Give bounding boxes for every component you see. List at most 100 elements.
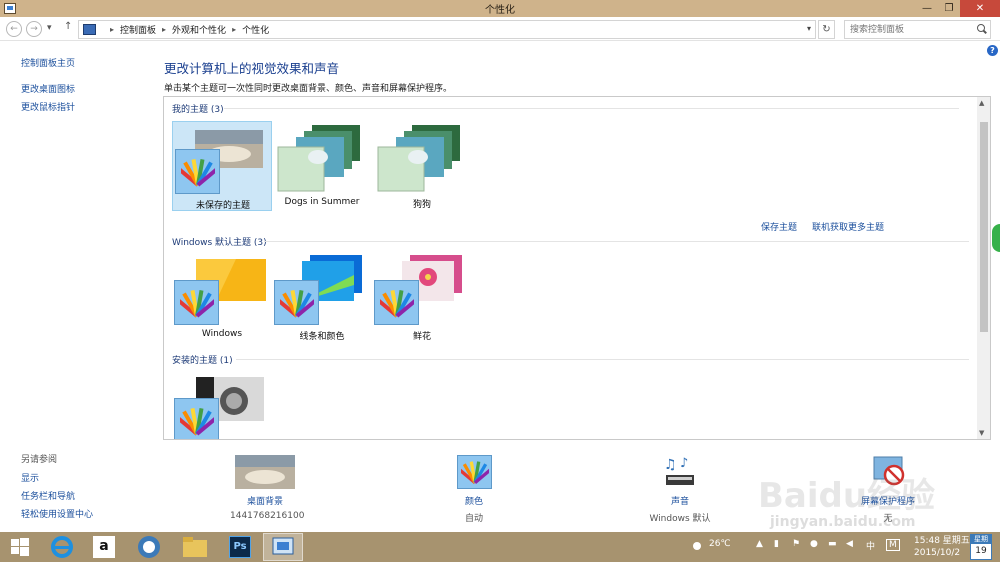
control-panel-home-link[interactable]: 控制面板主页 <box>21 56 75 69</box>
svg-text:♫: ♫ <box>664 457 677 473</box>
photoshop-button[interactable]: Ps <box>220 533 260 561</box>
theme-list[interactable]: 我的主题 (3) 未保存的主题 Dogs in Summer 狗狗 保存主题 联… <box>163 96 991 440</box>
theme-dogs[interactable]: 狗狗 <box>372 121 472 211</box>
theme-flowers[interactable]: 鲜花 <box>372 253 472 343</box>
folder-icon <box>183 537 207 557</box>
update-icon[interactable]: ● <box>810 539 818 549</box>
internet-explorer-icon <box>51 536 73 558</box>
start-button[interactable] <box>0 533 40 561</box>
control-panel-taskbar-button[interactable] <box>263 533 303 561</box>
breadcrumb-control-panel[interactable]: 控制面板 <box>120 23 156 36</box>
palette-icon <box>374 280 419 325</box>
get-more-themes-link[interactable]: 联机获取更多主题 <box>812 220 884 233</box>
calendar-widget[interactable]: 星期 19 <box>970 534 992 560</box>
desktop-background-item[interactable]: 桌面背景 1441768216100 <box>230 455 305 521</box>
desktop-background-icon <box>235 455 295 489</box>
save-theme-link[interactable]: 保存主题 <box>761 220 797 233</box>
action-center-icon[interactable]: ⚑ <box>792 539 800 549</box>
chevron-right-icon[interactable]: ▸ <box>232 25 236 34</box>
theme-thumbnail <box>277 125 360 192</box>
chevron-right-icon[interactable]: ▸ <box>110 25 114 34</box>
desktop-background-label[interactable]: 桌面背景 <box>230 494 300 507</box>
scroll-thumb[interactable] <box>980 122 988 332</box>
theme-windows[interactable]: Windows <box>172 253 272 343</box>
chevron-right-icon[interactable]: ▸ <box>162 25 166 34</box>
browser-icon <box>138 536 160 558</box>
temperature: 26℃ <box>709 539 731 549</box>
control-panel-icon <box>272 537 294 555</box>
theme-unsaved[interactable]: 未保存的主题 <box>172 121 272 211</box>
back-button[interactable]: ← <box>6 21 22 37</box>
windows-logo-icon <box>11 538 29 556</box>
scroll-down-icon[interactable]: ▼ <box>979 429 984 437</box>
palette-icon <box>274 280 319 325</box>
sound-label[interactable]: 声音 <box>640 494 720 507</box>
baidu-watermark: Baidu经验 <box>758 476 936 516</box>
volume-icon[interactable]: ◀ <box>846 539 853 549</box>
change-mouse-pointer-link[interactable]: 更改鼠标指针 <box>21 100 75 113</box>
forward-button[interactable]: → <box>26 21 42 37</box>
palette-icon <box>174 398 219 439</box>
display-link[interactable]: 显示 <box>21 471 39 484</box>
svg-text:♪: ♪ <box>680 456 688 471</box>
color-value: 自动 <box>464 514 483 524</box>
palette-icon <box>174 280 219 325</box>
browser-button[interactable] <box>129 533 169 561</box>
internet-explorer-button[interactable] <box>42 533 82 561</box>
vertical-scrollbar[interactable]: ▲ ▼ <box>977 97 990 439</box>
breadcrumb-appearance[interactable]: 外观和个性化 <box>172 23 226 36</box>
taskbar-navigation-link[interactable]: 任务栏和导航 <box>21 489 75 502</box>
theme-label: Windows <box>201 329 243 339</box>
refresh-button[interactable]: ↻ <box>818 20 835 39</box>
clock[interactable]: 15:48 星期五 2015/10/2 <box>914 535 970 559</box>
group-title-my-themes: 我的主题 (3) <box>172 105 224 115</box>
page-title: 更改计算机上的视觉效果和声音 <box>164 61 340 76</box>
divider <box>224 108 959 109</box>
theme-thumbnail <box>377 125 460 192</box>
history-dropdown-icon[interactable]: ▾ <box>47 23 52 33</box>
network-icon[interactable]: ▮ <box>774 539 779 549</box>
clock-date: 2015/10/2 <box>914 548 961 558</box>
taskbar: a Ps 26℃ ▲ ▮ ⚑ ● ▬ ◀ 中 M 15:48 星期五 2015/… <box>0 532 1000 562</box>
ime-indicator[interactable]: 中 <box>866 539 875 552</box>
address-bar[interactable]: ▸ 控制面板 ▸ 外观和个性化 ▸ 个性化 ▾ <box>78 20 816 39</box>
theme-installed[interactable] <box>172 371 272 439</box>
see-also-heading: 另请参阅 <box>21 455 58 465</box>
window-title: 个性化 <box>485 5 515 16</box>
page-description: 单击某个主题可一次性同时更改桌面背景、颜色、声音和屏幕保护程序。 <box>164 84 453 94</box>
group-title-windows-default: Windows 默认主题 (3) <box>172 238 267 248</box>
sound-item[interactable]: ♫ ♪ 声音 Windows 默认 <box>640 455 720 524</box>
theme-dogs-in-summer[interactable]: Dogs in Summer <box>272 121 372 211</box>
minimize-button[interactable]: — <box>916 0 938 17</box>
chevron-down-icon[interactable]: ▾ <box>807 24 811 33</box>
baidu-watermark-url: jingyan.baidu.com <box>770 514 916 530</box>
photoshop-icon: Ps <box>229 536 251 558</box>
ease-of-access-link[interactable]: 轻松使用设置中心 <box>21 507 93 520</box>
scroll-up-icon[interactable]: ▲ <box>979 99 984 107</box>
close-button[interactable]: ✕ <box>960 0 1000 17</box>
divider <box>236 359 969 360</box>
amazon-button[interactable]: a <box>84 533 124 561</box>
color-label[interactable]: 颜色 <box>439 494 509 507</box>
divider <box>264 241 969 242</box>
breadcrumb-personalization[interactable]: 个性化 <box>242 23 269 36</box>
help-icon[interactable]: ? <box>987 45 998 56</box>
desktop-background-value: 1441768216100 <box>230 511 305 521</box>
navigation-bar: ← → ▾ ↑ ▸ 控制面板 ▸ 外观和个性化 ▸ 个性化 ▾ ↻ <box>0 17 1000 41</box>
file-explorer-button[interactable] <box>175 533 215 561</box>
up-button[interactable]: ↑ <box>64 21 72 32</box>
ime-mode-icon[interactable]: M <box>886 539 900 551</box>
theme-label: 狗狗 <box>412 200 431 210</box>
group-title-installed: 安装的主题 (1) <box>172 356 233 366</box>
search-input[interactable] <box>844 20 991 39</box>
restore-button[interactable]: ❐ <box>938 0 960 17</box>
show-hidden-icons[interactable]: ▲ <box>756 539 763 549</box>
theme-label: 未保存的主题 <box>195 201 250 211</box>
theme-lines-and-colors[interactable]: 线条和颜色 <box>272 253 372 343</box>
change-desktop-icons-link[interactable]: 更改桌面图标 <box>21 82 75 95</box>
battery-icon[interactable]: ▬ <box>828 539 837 549</box>
search-icon[interactable] <box>977 24 985 32</box>
color-item[interactable]: 颜色 自动 <box>439 455 509 524</box>
control-panel-icon <box>83 24 96 35</box>
palette-icon <box>175 149 220 194</box>
